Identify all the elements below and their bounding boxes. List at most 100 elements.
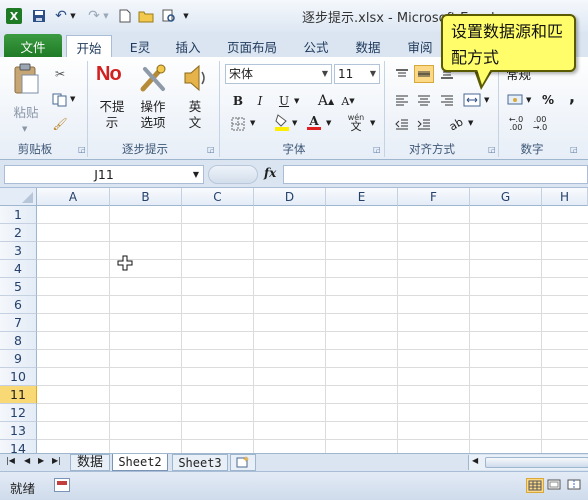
grow-font-button[interactable]: A ▲	[316, 92, 336, 110]
formula-input[interactable]	[283, 165, 588, 184]
copy-icon[interactable]	[50, 91, 70, 109]
row-header-13[interactable]: 13	[0, 422, 37, 440]
decrease-indent-button[interactable]	[392, 115, 412, 133]
sheet-tab-data[interactable]: 数据	[70, 454, 110, 471]
font-name-select[interactable]: 宋体 ▼	[225, 64, 332, 84]
number-launcher-icon[interactable]: ◲	[570, 145, 578, 154]
new-file-icon[interactable]	[117, 8, 133, 24]
hints-launcher-icon[interactable]: ◲	[207, 145, 215, 154]
page-break-view-button[interactable]	[566, 478, 584, 493]
phonetic-button[interactable]: wén 文	[346, 113, 366, 132]
paste-dropdown-icon[interactable]: ▼	[22, 125, 27, 133]
row-header-12[interactable]: 12	[0, 404, 37, 422]
align-left-button[interactable]	[392, 91, 412, 109]
name-box[interactable]: J11 ▼	[4, 165, 204, 184]
excel-icon[interactable]: X	[6, 8, 22, 24]
tab-formulas[interactable]: 公式	[296, 34, 336, 58]
tab-insert[interactable]: 插入	[168, 34, 208, 58]
formula-bar-splitter[interactable]	[208, 165, 258, 184]
column-header-c[interactable]: C	[182, 188, 254, 206]
tab-review[interactable]: 审阅	[400, 34, 440, 58]
row-header-2[interactable]: 2	[0, 224, 37, 242]
worksheet-grid[interactable]: A B C D E F G H 1 2 3 4 5 6 7 8 9 10 11 …	[0, 188, 588, 453]
row-header-10[interactable]: 10	[0, 368, 37, 386]
column-header-b[interactable]: B	[110, 188, 182, 206]
page-layout-view-button[interactable]	[546, 478, 564, 493]
scroll-thumb[interactable]	[485, 457, 588, 468]
redo-dropdown-icon[interactable]: ▼	[102, 8, 110, 24]
increase-indent-button[interactable]	[414, 115, 434, 133]
normal-view-button[interactable]	[526, 478, 544, 493]
qat-dropdown-icon[interactable]: ▼	[181, 8, 191, 24]
options-button[interactable]: 操作选项	[134, 61, 172, 137]
undo-dropdown-icon[interactable]: ▼	[69, 8, 77, 24]
tab-file[interactable]: 文件	[4, 34, 62, 58]
percent-button[interactable]: %	[538, 91, 558, 109]
alignment-launcher-icon[interactable]: ◲	[488, 145, 496, 154]
column-header-h[interactable]: H	[542, 188, 588, 206]
tab-page-layout[interactable]: 页面布局	[222, 34, 282, 58]
align-right-button[interactable]	[437, 91, 457, 109]
increase-decimal-button[interactable]: ←.0.00	[506, 115, 526, 133]
clipboard-launcher-icon[interactable]: ◲	[78, 145, 86, 154]
sheet-tab-sheet3[interactable]: Sheet3	[172, 454, 228, 471]
column-header-d[interactable]: D	[254, 188, 326, 206]
row-header-3[interactable]: 3	[0, 242, 37, 260]
row-header-11[interactable]: 11	[0, 386, 37, 404]
align-top-button[interactable]	[392, 65, 412, 83]
cut-icon[interactable]: ✂	[50, 65, 70, 83]
decrease-decimal-button[interactable]: .00 →.0	[530, 115, 550, 133]
font-color-dropdown-icon[interactable]: ▼	[326, 119, 331, 127]
select-all-corner[interactable]	[0, 188, 37, 206]
row-header-9[interactable]: 9	[0, 350, 37, 368]
accounting-dropdown-icon[interactable]: ▼	[526, 96, 531, 104]
sheet-tab-sheet2[interactable]: Sheet2	[112, 454, 168, 471]
next-sheet-icon[interactable]: ▶	[38, 456, 44, 465]
tab-eling[interactable]: E灵	[120, 34, 160, 58]
new-sheet-tab[interactable]	[230, 454, 256, 471]
paste-button[interactable]: 粘贴 ▼	[8, 63, 44, 135]
fill-color-dropdown-icon[interactable]: ▼	[292, 119, 297, 127]
row-header-4[interactable]: 4	[0, 260, 37, 278]
align-middle-button[interactable]	[414, 65, 434, 83]
open-folder-icon[interactable]	[138, 8, 154, 24]
first-sheet-icon[interactable]: |◀	[6, 456, 15, 465]
underline-button[interactable]: U	[274, 92, 294, 110]
font-launcher-icon[interactable]: ◲	[373, 145, 381, 154]
bold-button[interactable]: B	[228, 92, 248, 110]
column-header-f[interactable]: F	[398, 188, 470, 206]
fill-color-button[interactable]	[272, 113, 292, 131]
accounting-format-button[interactable]	[506, 91, 526, 109]
redo-icon[interactable]: ↷	[86, 8, 102, 24]
merge-dropdown-icon[interactable]: ▼	[484, 96, 489, 104]
row-header-14[interactable]: 14	[0, 440, 37, 453]
row-header-1[interactable]: 1	[0, 206, 37, 224]
chevron-down-icon[interactable]: ▼	[193, 166, 199, 183]
column-header-g[interactable]: G	[470, 188, 542, 206]
row-header-7[interactable]: 7	[0, 314, 37, 332]
column-header-a[interactable]: A	[37, 188, 110, 206]
row-header-6[interactable]: 6	[0, 296, 37, 314]
row-header-5[interactable]: 5	[0, 278, 37, 296]
print-preview-icon[interactable]	[161, 8, 177, 24]
align-center-button[interactable]	[414, 91, 434, 109]
merge-center-button[interactable]	[462, 91, 482, 109]
row-header-8[interactable]: 8	[0, 332, 37, 350]
column-header-e[interactable]: E	[326, 188, 398, 206]
phonetic-dropdown-icon[interactable]: ▼	[370, 119, 375, 127]
font-color-button[interactable]: A	[304, 113, 324, 131]
copy-dropdown-icon[interactable]: ▼	[70, 95, 75, 103]
no-hint-button[interactable]: No 不提示	[94, 61, 130, 137]
orientation-button[interactable]: ab	[443, 111, 469, 137]
scroll-left-icon[interactable]: ◀	[472, 456, 478, 465]
underline-dropdown-icon[interactable]: ▼	[294, 97, 299, 105]
macro-record-icon[interactable]	[54, 478, 70, 492]
format-painter-icon[interactable]: 🖌	[50, 115, 70, 133]
orientation-dropdown-icon[interactable]: ▼	[468, 119, 473, 127]
horizontal-scrollbar[interactable]: ◀	[468, 455, 588, 470]
shrink-font-button[interactable]: A ▼	[338, 92, 358, 110]
undo-icon[interactable]: ↶	[53, 8, 69, 24]
borders-dropdown-icon[interactable]: ▼	[250, 119, 255, 127]
comma-button[interactable]: ,	[562, 87, 582, 106]
tab-home[interactable]: 开始	[66, 35, 112, 59]
